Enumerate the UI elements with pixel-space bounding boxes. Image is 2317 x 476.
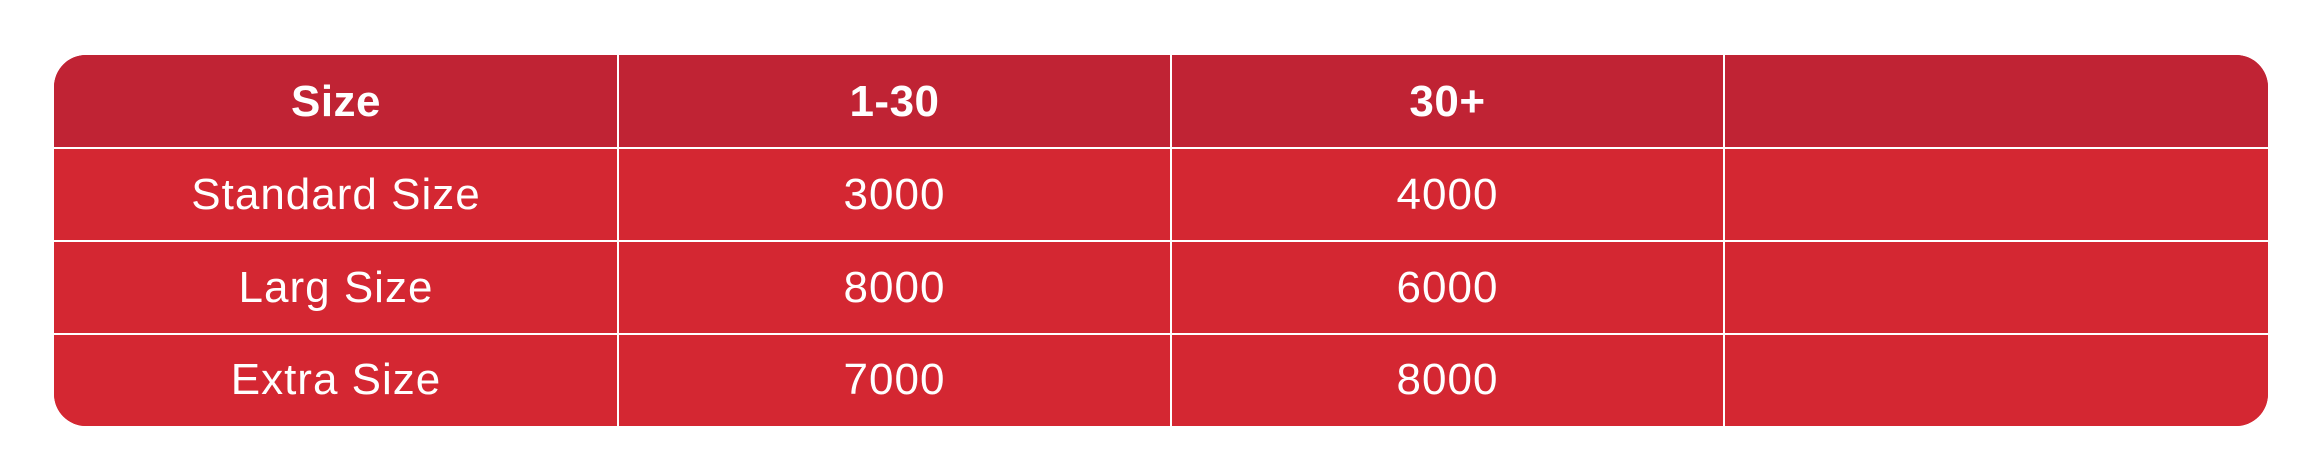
row-label: Extra Size xyxy=(230,355,442,404)
empty-cell xyxy=(1724,148,2268,241)
grid-line-horizontal xyxy=(54,240,2268,242)
header-cell-30-plus: 30+ xyxy=(1409,76,1486,126)
grid-line-vertical xyxy=(1723,55,1725,426)
row-label: Standard Size xyxy=(191,169,481,219)
empty-cell xyxy=(1724,241,2268,334)
empty-cell xyxy=(1724,334,2268,426)
table-row: Extra Size 7000 8000 xyxy=(54,334,2268,426)
table-row: Standard Size 3000 4000 xyxy=(54,148,2268,241)
header-cell-empty xyxy=(1724,55,2268,148)
grid-line-horizontal xyxy=(54,147,2268,149)
row-label: Larg Size xyxy=(238,262,434,312)
grid-line-vertical xyxy=(1170,55,1172,426)
table-row: Larg Size 8000 6000 xyxy=(54,241,2268,334)
price-cell: 7000 xyxy=(843,355,946,404)
header-cell-size: Size xyxy=(290,76,382,126)
grid-line-horizontal xyxy=(54,333,2268,335)
table-header-row: Size 1-30 30+ xyxy=(54,55,2268,148)
price-table: Size 1-30 30+ Standard Size 3000 4000 La… xyxy=(54,55,2268,426)
price-cell: 8000 xyxy=(843,262,946,312)
price-cell: 3000 xyxy=(843,169,946,219)
price-cell: 4000 xyxy=(1396,169,1499,219)
price-cell: 6000 xyxy=(1396,262,1499,312)
grid-line-vertical xyxy=(617,55,619,426)
price-cell: 8000 xyxy=(1396,355,1499,404)
header-cell-1-30: 1-30 xyxy=(849,76,940,126)
